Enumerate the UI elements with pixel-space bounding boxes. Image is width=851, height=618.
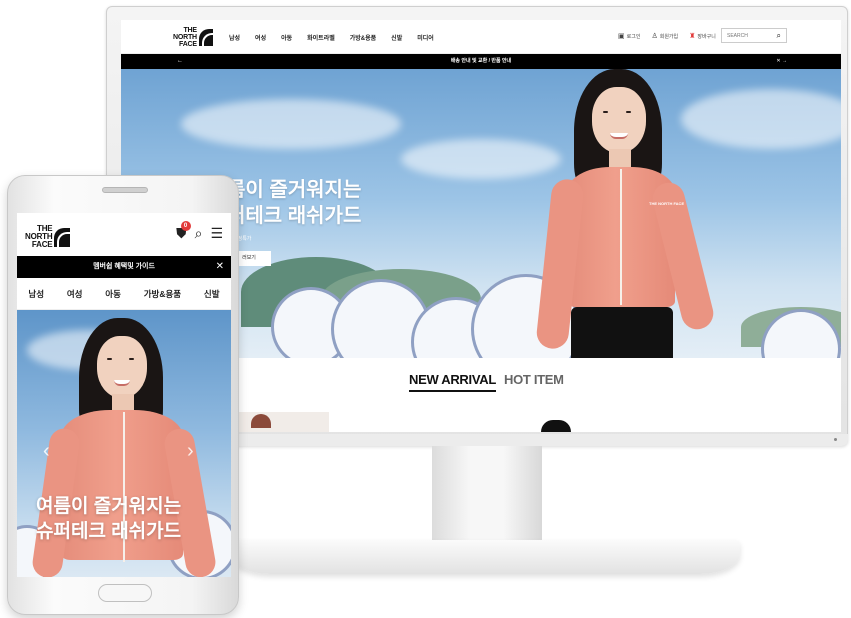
cart-count-badge: 0 xyxy=(180,221,191,231)
nav-item-shoes[interactable]: 신발 xyxy=(204,288,220,300)
user-icon: ♙ xyxy=(651,33,658,40)
half-dome-logo-icon xyxy=(54,227,71,247)
signup-link[interactable]: ♙ 회원가입 xyxy=(651,32,678,40)
product-image xyxy=(541,420,571,432)
mobile-header-actions: ⛊ 0 ⌕ ☰ xyxy=(176,221,223,242)
product-image xyxy=(251,414,271,428)
mobile-header: THE NORTH FACE ⛊ 0 ⌕ ☰ xyxy=(17,213,231,253)
mobile-hero-headline: 여름이 즐거워지는 슈퍼테크 래쉬가드 xyxy=(36,494,181,544)
phone-home-button[interactable] xyxy=(98,584,152,602)
phone-device: THE NORTH FACE ⛊ 0 ⌕ ☰ 멤버쉽 혜택및 가이드 ✕ 남성 … xyxy=(7,175,239,615)
notice-text[interactable]: 멤버쉽 혜택및 가이드 xyxy=(93,263,155,270)
hamburger-menu-icon[interactable]: ☰ xyxy=(210,225,223,242)
logo-line-3: FACE xyxy=(31,240,53,249)
desktop-utility-links: ▣ 로그인 ♙ 회원가입 ♜ 장바구니 xyxy=(618,32,716,40)
jacket-logo: THE NORTH FACE xyxy=(649,201,685,206)
hero-headline-line-2: 퍼테크 래쉬가드 xyxy=(227,205,362,227)
carousel-next-arrow-icon[interactable]: › xyxy=(187,440,194,463)
carousel-prev-arrow-icon[interactable]: ‹ xyxy=(43,440,50,463)
power-led xyxy=(834,438,837,441)
monitor-stand-neck xyxy=(432,446,542,546)
nav-item-kids[interactable]: 아동 xyxy=(105,288,121,300)
mobile-brand-logo[interactable]: THE NORTH FACE xyxy=(25,225,71,249)
nav-item-men[interactable]: 남성 xyxy=(28,288,44,300)
tab-hot-item[interactable]: HOT ITEM xyxy=(504,372,564,387)
desktop-main-nav: 남성 여성 아동 화이트라벨 가방&용품 신발 미디어 xyxy=(229,33,434,42)
login-label: 로그인 xyxy=(626,34,641,40)
half-dome-logo-icon xyxy=(198,29,213,46)
logo-line-2: NORTH xyxy=(173,34,197,41)
hero-headline-line-1: 여름이 즐거워지는 xyxy=(36,496,182,517)
logo-line-1: THE xyxy=(183,27,197,34)
mobile-notice-bar: 멤버쉽 혜택및 가이드 ✕ xyxy=(17,256,231,278)
notice-prev-arrow-icon[interactable]: ← xyxy=(177,54,183,69)
close-icon[interactable]: ✕ xyxy=(216,256,224,278)
nav-item-white-label[interactable]: 화이트라벨 xyxy=(307,33,335,42)
brand-logo[interactable]: THE NORTH FACE xyxy=(173,27,213,48)
notice-controls[interactable]: ✕ → xyxy=(776,54,787,69)
mobile-screen: THE NORTH FACE ⛊ 0 ⌕ ☰ 멤버쉽 혜택및 가이드 ✕ 남성 … xyxy=(17,213,231,577)
search-icon[interactable]: ⌕ xyxy=(195,225,203,242)
desktop-search-input[interactable]: SEARCH ⌕ xyxy=(721,28,787,43)
logo-line-3: FACE xyxy=(179,41,197,48)
phone-speaker xyxy=(102,187,148,193)
hero-headline-line-1: 름이 즐거워지는 xyxy=(227,179,362,201)
search-placeholder: SEARCH xyxy=(727,33,748,39)
nav-item-bags[interactable]: 가방&용품 xyxy=(144,288,181,300)
shopping-bag-icon[interactable]: ⛊ 0 xyxy=(176,221,191,242)
cart-link[interactable]: ♜ 장바구니 xyxy=(689,32,716,40)
mobile-hero-banner[interactable]: ‹ › 여름이 즐거워지는 슈퍼테크 래쉬가드 xyxy=(17,310,231,577)
nav-item-kids[interactable]: 아동 xyxy=(281,33,292,42)
nav-item-men[interactable]: 남성 xyxy=(229,33,240,42)
tab-new-arrival[interactable]: NEW ARRIVAL xyxy=(409,372,496,392)
desktop-notice-bar: ← 배송 안내 및 교환 / 반품 안내 ✕ → xyxy=(121,54,841,69)
nav-item-media[interactable]: 미디어 xyxy=(417,33,434,42)
cloud xyxy=(181,99,401,149)
model-photo: THE NORTH FACE xyxy=(529,69,759,358)
login-icon: ▣ xyxy=(618,33,625,40)
hero-headline-line-2: 슈퍼테크 래쉬가드 xyxy=(36,521,182,542)
nav-item-shoes[interactable]: 신발 xyxy=(391,33,402,42)
cart-label: 장바구니 xyxy=(697,34,716,40)
nav-item-women[interactable]: 여성 xyxy=(67,288,83,300)
monitor-stand-base xyxy=(230,540,740,574)
hero-headline: 름이 즐거워지는 퍼테크 래쉬가드 xyxy=(227,177,361,229)
login-link[interactable]: ▣ 로그인 xyxy=(618,32,640,40)
nav-item-women[interactable]: 여성 xyxy=(255,33,266,42)
nav-item-bags[interactable]: 가방&용품 xyxy=(350,33,376,42)
mobile-category-nav: 남성 여성 아동 가방&용품 신발 xyxy=(17,278,231,310)
signup-label: 회원가입 xyxy=(659,34,679,40)
notice-text[interactable]: 배송 안내 및 교환 / 반품 안내 xyxy=(451,58,511,64)
search-icon[interactable]: ⌕ xyxy=(777,31,781,41)
cart-icon: ♜ xyxy=(689,33,696,40)
desktop-header: THE NORTH FACE 남성 여성 아동 화이트라벨 가방&용품 신발 미… xyxy=(121,20,841,54)
